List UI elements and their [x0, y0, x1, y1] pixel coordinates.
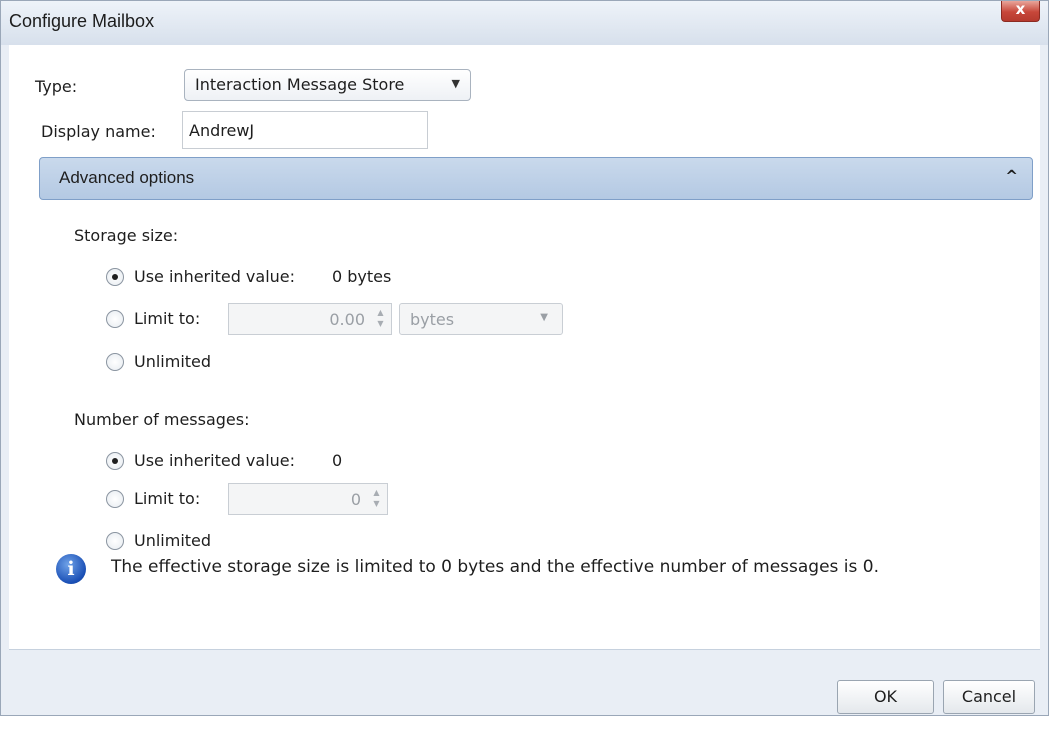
storage-unlimited-radio[interactable]	[106, 353, 124, 371]
button-bar: OK Cancel	[9, 649, 1040, 714]
messages-limit-spinner[interactable]: 0 ▲ ▼	[228, 483, 388, 515]
chevron-up-icon: ^	[1005, 167, 1018, 185]
messages-limit-label: Limit to:	[134, 489, 201, 508]
messages-limit-option[interactable]: Limit to:	[106, 489, 226, 513]
storage-limit-radio[interactable]	[106, 310, 124, 328]
dialog-title: Configure Mailbox	[9, 11, 155, 31]
storage-limit-value: 0.00	[329, 310, 365, 329]
type-dropdown[interactable]: Interaction Message Store ▼	[184, 69, 471, 101]
messages-unlimited-option[interactable]: Unlimited	[106, 531, 236, 555]
messages-unlimited-radio[interactable]	[106, 532, 124, 550]
messages-inherited-option[interactable]: Use inherited value: 0	[106, 451, 366, 475]
advanced-options-label: Advanced options	[59, 168, 195, 187]
storage-unit-dropdown[interactable]: bytes ▼	[399, 303, 563, 335]
dropdown-arrow-icon: ▼	[451, 77, 460, 90]
messages-inherited-label: Use inherited value:	[134, 451, 296, 470]
messages-unlimited-label: Unlimited	[134, 531, 212, 550]
storage-inherited-value: 0 bytes	[332, 267, 392, 286]
cancel-button[interactable]: Cancel	[943, 680, 1035, 714]
info-icon: i	[56, 554, 86, 584]
storage-unit-value: bytes	[410, 310, 455, 329]
dropdown-arrow-icon: ▼	[540, 312, 548, 323]
title-bar: Configure Mailbox x	[1, 0, 1048, 45]
storage-inherited-radio[interactable]	[106, 268, 124, 286]
storage-limit-label: Limit to:	[134, 309, 201, 328]
type-dropdown-value: Interaction Message Store	[195, 75, 405, 94]
storage-size-heading: Storage size:	[74, 226, 179, 245]
display-name-input[interactable]: AndrewJ	[182, 111, 428, 149]
advanced-options-header[interactable]: Advanced options ^	[39, 157, 1033, 200]
messages-limit-radio[interactable]	[106, 490, 124, 508]
type-label: Type:	[35, 77, 78, 96]
messages-inherited-value: 0	[332, 451, 343, 470]
configure-mailbox-dialog: Configure Mailbox x Type: Interaction Me…	[0, 0, 1049, 716]
info-message: The effective storage size is limited to…	[111, 557, 880, 577]
spinner-arrows-icon[interactable]: ▲ ▼	[373, 307, 388, 331]
close-button[interactable]: x	[1001, 0, 1040, 22]
messages-inherited-radio[interactable]	[106, 452, 124, 470]
number-of-messages-heading: Number of messages:	[74, 410, 250, 429]
storage-inherited-label: Use inherited value:	[134, 267, 296, 286]
messages-limit-value: 0	[350, 490, 361, 509]
ok-button[interactable]: OK	[837, 680, 934, 714]
spinner-arrows-icon[interactable]: ▲ ▼	[369, 487, 384, 511]
display-name-value: AndrewJ	[189, 121, 255, 140]
storage-unlimited-label: Unlimited	[134, 352, 212, 371]
storage-inherited-option[interactable]: Use inherited value: 0 bytes	[106, 267, 426, 291]
storage-unlimited-option[interactable]: Unlimited	[106, 352, 236, 376]
storage-limit-spinner[interactable]: 0.00 ▲ ▼	[228, 303, 392, 335]
storage-limit-option[interactable]: Limit to:	[106, 309, 226, 333]
display-name-label: Display name:	[41, 122, 156, 141]
close-icon: x	[1015, 0, 1026, 18]
